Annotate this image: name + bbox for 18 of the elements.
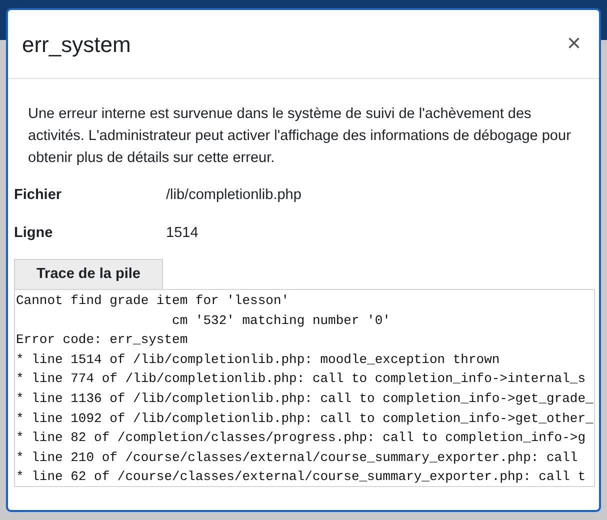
trace-line: * line 62 of /course/classes/external/course_summary_exporter.php: call t (16, 468, 586, 486)
error-message: Une erreur interne est survenue dans le système de suivi de l'achèvement des activités. L'administrateur peut activer l'affichage des informations de débogage pour obtenir plus de détails sur cette erreur. (27, 105, 572, 168)
trace-line: * line 210 of /course/classes/external/course_summary_exporter.php: call (16, 448, 578, 467)
trace-line: * line 774 of /lib/completionlib.php: call to completion_info->internal_s (16, 370, 586, 388)
detail-label: Ligne (14, 224, 54, 244)
trace-line: cm '532' matching number '0' (171, 312, 390, 330)
dialog-title: err_system (22, 30, 131, 59)
stack-trace-tab[interactable]: Trace de la pile (14, 259, 163, 289)
trace-line: * line 82 of /completion/classes/progress.php: call to completion_info->g (16, 429, 586, 448)
trace-line: * line 1136 of /lib/completionlib.php: call to completion_info->get_grade_ (16, 390, 594, 408)
close-button[interactable]: × (562, 32, 585, 56)
detail-label: Fichier (14, 186, 63, 206)
detail-value: 1514 (166, 224, 198, 244)
trace-line: * line 1092 of /lib/completionlib.php: call to completion_info->get_other_ (16, 410, 594, 428)
detail-value: /lib/completionlib.php (166, 186, 302, 206)
trace-line: * line 1514 of /lib/completionlib.php: moodle_exception thrown (16, 350, 500, 369)
trace-line: Error code: err_system (16, 331, 188, 350)
trace-line: Cannot find grade item for 'lesson' (16, 292, 290, 310)
